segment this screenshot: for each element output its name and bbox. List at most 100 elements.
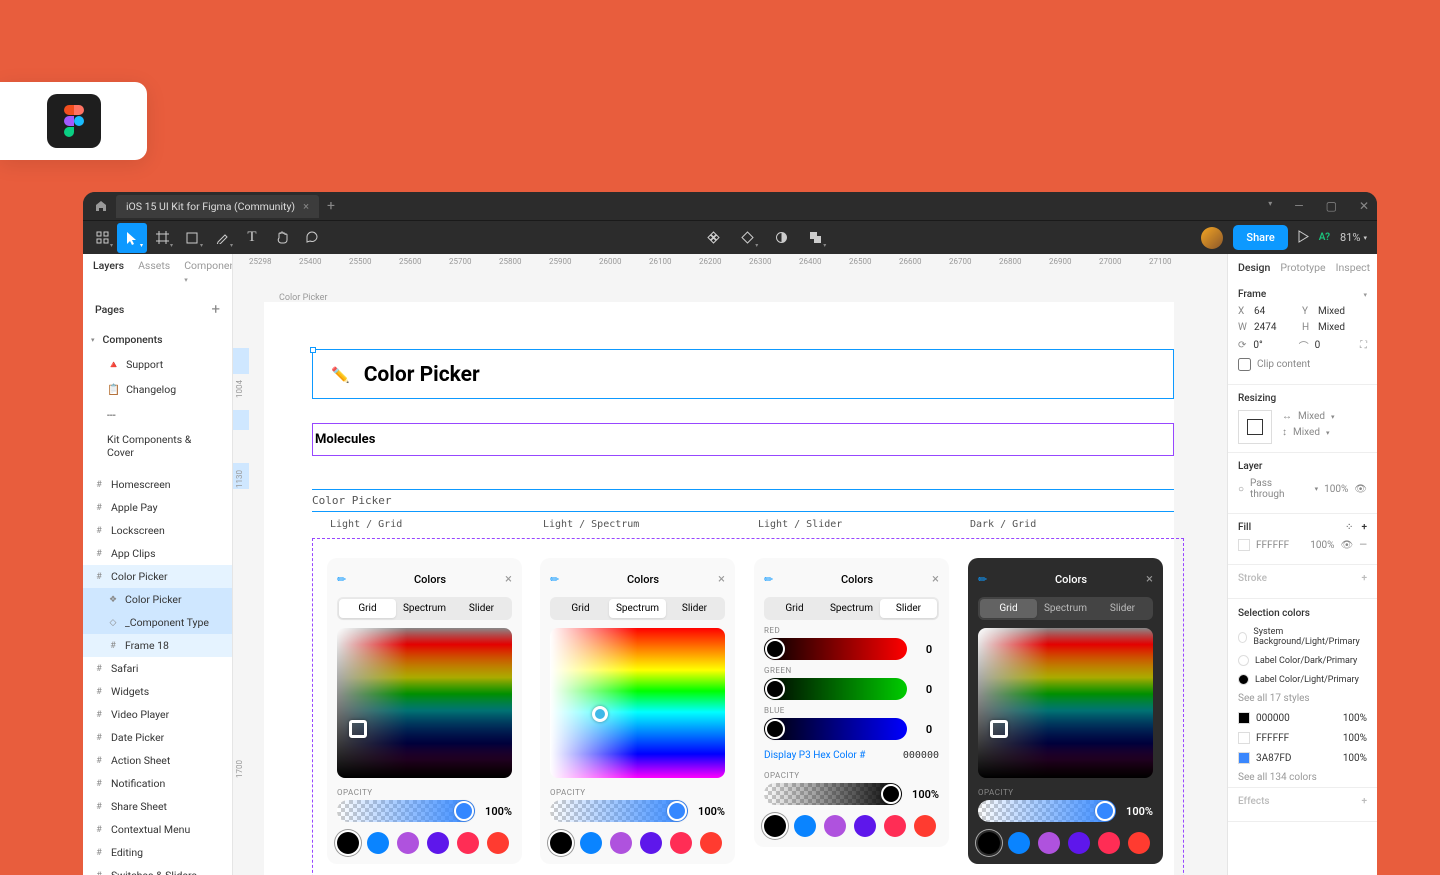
- eyedropper-icon[interactable]: ✏: [550, 573, 568, 586]
- hex-color-item[interactable]: 3A87FD100%: [1228, 748, 1377, 768]
- color-swatch[interactable]: [700, 832, 722, 854]
- picker-mode-segmented[interactable]: Grid Spectrum Slider: [550, 597, 725, 620]
- color-swatch[interactable]: [1128, 832, 1150, 854]
- visibility-icon[interactable]: 👁: [1340, 540, 1353, 551]
- color-picker-light-slider[interactable]: ✏ Colors × Grid Spectrum Slider RED 0: [754, 558, 949, 847]
- color-swatch[interactable]: [427, 832, 449, 854]
- page-support[interactable]: 🔺Support: [83, 352, 232, 377]
- close-icon[interactable]: ×: [932, 572, 939, 587]
- add-effect-button[interactable]: +: [1361, 796, 1367, 807]
- color-picker-light-spectrum[interactable]: ✏ Colors × Grid Spectrum Slider: [540, 558, 735, 864]
- layer-item[interactable]: #Share Sheet: [83, 795, 232, 818]
- p3-link[interactable]: Display P3 Hex Color #: [764, 750, 865, 761]
- color-swatch[interactable]: [457, 832, 479, 854]
- layer-item[interactable]: #Notification: [83, 772, 232, 795]
- layer-item[interactable]: #Date Picker: [83, 726, 232, 749]
- page-components[interactable]: ▾Components: [83, 327, 232, 352]
- boolean-tool[interactable]: ▾: [800, 223, 830, 253]
- color-grid[interactable]: [978, 628, 1153, 778]
- remove-fill-button[interactable]: —: [1359, 540, 1367, 551]
- fill-swatch[interactable]: [1238, 539, 1250, 551]
- color-swatch[interactable]: [1068, 832, 1090, 854]
- component-tool[interactable]: [698, 223, 728, 253]
- layers-tab[interactable]: Layers: [93, 259, 124, 290]
- picker-mode-segmented[interactable]: Grid Spectrum Slider: [764, 597, 939, 620]
- color-swatch[interactable]: [640, 832, 662, 854]
- comment-tool[interactable]: [297, 223, 327, 253]
- layer-item[interactable]: #Editing: [83, 841, 232, 864]
- hex-color-item[interactable]: FFFFFF100%: [1228, 728, 1377, 748]
- opacity-slider[interactable]: [550, 800, 688, 822]
- components-tab[interactable]: Components ▾: [184, 259, 233, 290]
- color-picker-dark-grid[interactable]: ✏ Colors × Grid Spectrum Slider: [968, 558, 1163, 864]
- instance-tool[interactable]: ▾: [732, 223, 762, 253]
- color-swatch[interactable]: [794, 815, 816, 837]
- hex-color-item[interactable]: 000000100%: [1228, 708, 1377, 728]
- color-swatch[interactable]: [550, 832, 572, 854]
- a11y-button[interactable]: A?: [1319, 232, 1330, 243]
- close-icon[interactable]: ×: [1146, 572, 1153, 587]
- clip-content-checkbox[interactable]: [1238, 358, 1251, 371]
- opacity-slider[interactable]: [337, 800, 475, 822]
- chevron-down-icon[interactable]: ▾: [1268, 199, 1272, 213]
- color-swatch[interactable]: [487, 832, 509, 854]
- tab-close-icon[interactable]: ×: [303, 200, 309, 213]
- inspect-tab[interactable]: Inspect: [1336, 261, 1370, 274]
- opacity-slider[interactable]: [764, 783, 902, 805]
- color-swatch[interactable]: [914, 815, 936, 837]
- color-swatch[interactable]: [397, 832, 419, 854]
- user-avatar[interactable]: [1201, 227, 1223, 249]
- color-swatch[interactable]: [824, 815, 846, 837]
- selection-color-item[interactable]: Label Color/Light/Primary: [1228, 670, 1377, 689]
- close-icon[interactable]: ×: [505, 572, 512, 587]
- main-menu-button[interactable]: ▾: [87, 223, 117, 253]
- minimize-icon[interactable]: —: [1294, 199, 1303, 213]
- see-all-colors-link[interactable]: See all 134 colors: [1238, 772, 1317, 783]
- mask-tool[interactable]: [766, 223, 796, 253]
- text-tool[interactable]: T: [237, 223, 267, 253]
- prototype-tab[interactable]: Prototype: [1280, 261, 1325, 274]
- maximize-icon[interactable]: ▢: [1326, 199, 1337, 213]
- color-grid[interactable]: [337, 628, 512, 778]
- eyedropper-icon[interactable]: ✏: [978, 573, 996, 586]
- hand-tool[interactable]: [267, 223, 297, 253]
- layer-item[interactable]: #Widgets: [83, 680, 232, 703]
- layer-item[interactable]: #Lockscreen: [83, 519, 232, 542]
- blue-slider[interactable]: [764, 718, 907, 740]
- layer-item[interactable]: #Apple Pay: [83, 496, 232, 519]
- selection-color-item[interactable]: System Background/Light/Primary: [1228, 623, 1377, 651]
- layer-item[interactable]: ❖Color Picker: [83, 588, 232, 611]
- color-swatch[interactable]: [580, 832, 602, 854]
- styles-icon[interactable]: ⁘: [1345, 522, 1353, 533]
- add-fill-button[interactable]: +: [1361, 522, 1367, 533]
- frame-tool[interactable]: ▾: [147, 223, 177, 253]
- new-tab-button[interactable]: +: [327, 198, 335, 214]
- layer-item[interactable]: #App Clips: [83, 542, 232, 565]
- layer-item[interactable]: #Action Sheet: [83, 749, 232, 772]
- visibility-icon[interactable]: 👁: [1354, 484, 1367, 495]
- share-button[interactable]: Share: [1233, 225, 1287, 250]
- constraint-widget[interactable]: [1238, 410, 1272, 444]
- shape-tool[interactable]: ▾: [177, 223, 207, 253]
- add-stroke-button[interactable]: +: [1361, 573, 1367, 584]
- assets-tab[interactable]: Assets: [138, 259, 170, 290]
- color-swatch[interactable]: [854, 815, 876, 837]
- color-swatch[interactable]: [764, 815, 786, 837]
- color-swatch[interactable]: [670, 832, 692, 854]
- color-swatch[interactable]: [978, 832, 1000, 854]
- close-icon[interactable]: ×: [718, 572, 725, 587]
- layer-item[interactable]: #Safari: [83, 657, 232, 680]
- color-swatch[interactable]: [337, 832, 359, 854]
- page-changelog[interactable]: 📋Changelog: [83, 377, 232, 402]
- color-swatch[interactable]: [1098, 832, 1120, 854]
- layer-item[interactable]: #Frame 18: [83, 634, 232, 657]
- green-slider[interactable]: [764, 678, 907, 700]
- home-icon[interactable]: [91, 196, 111, 216]
- add-page-button[interactable]: +: [211, 300, 220, 318]
- title-frame[interactable]: ✏️Color Picker: [312, 349, 1174, 399]
- opacity-slider[interactable]: [978, 800, 1116, 822]
- pen-tool[interactable]: ▾: [207, 223, 237, 253]
- eyedropper-icon[interactable]: ✏: [764, 573, 782, 586]
- color-spectrum[interactable]: [550, 628, 725, 778]
- page-kit-cover[interactable]: Kit Components & Cover: [83, 427, 232, 465]
